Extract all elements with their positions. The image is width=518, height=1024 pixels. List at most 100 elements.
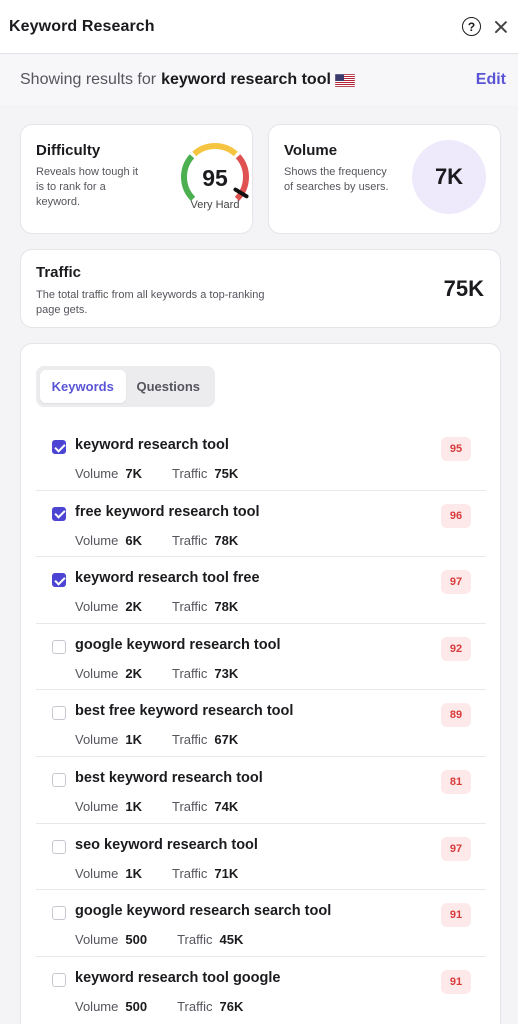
tab-keywords[interactable]: Keywords [40,370,126,403]
volume-metric-label: Volume [75,732,119,748]
keyword-text[interactable]: keyword research tool [75,437,229,453]
keyword-metrics: Volume 7K Traffic 75K [75,466,268,481]
traffic-metric-label: Traffic [177,932,213,948]
edit-link[interactable]: Edit [476,71,506,89]
keyword-row[interactable]: seo keyword research tool Volume 1K Traffic… [36,824,486,891]
traffic-description: The total traffic from all keywords a to… [36,289,265,316]
keyword-row[interactable]: keyword research tool google Volume 500 Tra… [36,957,486,1024]
difficulty-label: Very Hard [190,199,240,211]
keyword-row[interactable]: best free keyword research tool Volume 1K T… [36,690,486,757]
keyword-row[interactable]: free keyword research tool Volume 6K Traffi… [36,491,486,558]
traffic-metric-label: Traffic [172,466,208,481]
keyword-row[interactable]: keyword research tool free Volume 2K Traffi… [36,557,486,624]
traffic-metric-value: 76K [219,998,244,1014]
difficulty-badge: 96 [441,503,471,528]
keyword-checkbox[interactable] [52,906,66,921]
traffic-card: Traffic The total traffic from all keywo… [20,249,501,328]
keyword-text[interactable]: free keyword research tool [75,504,260,520]
keyword-text[interactable]: best free keyword research tool [75,703,293,719]
volume-metric-label: Volume [75,798,119,814]
volume-description: Shows the frequency of searches by users… [284,166,389,193]
traffic-metric-label: Traffic [172,798,208,814]
keyword-row[interactable]: keyword research tool Volume 7K Traffic 75K 9… [36,424,486,491]
keyword-text[interactable]: keyword research tool google [75,970,280,986]
keyword-checkbox[interactable] [52,506,66,521]
difficulty-badge: 91 [441,903,471,928]
traffic-metric-value: 78K [214,599,239,615]
question-circle-icon[interactable]: ? [462,17,481,36]
keyword-checkbox[interactable] [52,440,66,454]
traffic-metric-label: Traffic [172,865,208,881]
volume-metric-value: 2K [125,665,142,681]
volume-metric-label: Volume [75,865,119,881]
keyword-row[interactable]: google keyword research tool Volume 2K Traf… [36,624,486,691]
volume-metric-value: 1K [125,732,142,748]
keyword-text[interactable]: google keyword research tool [75,637,280,653]
traffic-metric-value: 78K [214,532,239,548]
traffic-metric-value: 74K [214,798,239,814]
results-prefix: Showing results for [20,71,157,88]
keyword-text[interactable]: google keyword research search tool [75,903,331,919]
keyword-text[interactable]: best keyword research tool [75,770,263,786]
traffic-metric-value: 67K [214,732,239,748]
difficulty-description: Reveals how tough it is to rank for a ke… [36,166,139,208]
traffic-metric-value: 73K [214,665,239,681]
keyword-row[interactable]: google keyword research search tool Volum… [36,890,486,957]
traffic-metric-label: Traffic [177,998,213,1014]
volume-metric-value: 7K [125,466,142,481]
volume-metric-label: Volume [75,466,119,481]
keyword-text[interactable]: seo keyword research tool [75,837,258,853]
keyword-checkbox[interactable] [52,573,66,588]
keyword-checkbox[interactable] [52,972,66,987]
keyword-metrics: Volume 2K Traffic 78K [75,599,268,614]
keyword-checkbox[interactable] [52,772,66,787]
keyword-metrics: Volume 1K Traffic 74K [75,799,268,814]
keyword-checkbox[interactable] [52,839,66,854]
volume-metric-label: Volume [75,599,119,615]
volume-metric-value: 1K [125,798,142,814]
volume-metric-value: 1K [125,865,142,881]
keyword-metrics: Volume 2K Traffic 73K [75,666,268,681]
traffic-value: 75K [443,276,484,301]
traffic-metric-value: 45K [219,932,244,948]
keyword-checkbox[interactable] [52,639,66,654]
difficulty-badge: 91 [441,969,471,994]
difficulty-card: Difficulty Reveals how tough it is to ra… [20,124,253,234]
results-bar: Showing results for keyword research too… [0,55,518,105]
difficulty-badge: 95 [441,437,471,461]
difficulty-badge: 81 [441,769,471,794]
close-icon[interactable] [494,20,508,34]
keyword-metrics: Volume 6K Traffic 78K [75,533,268,548]
volume-card: Volume Shows the frequency of searches b… [268,124,501,234]
tab-bar: Keywords Questions [36,366,215,407]
panel-title: Keyword Research [9,17,155,35]
us-flag-icon [334,73,355,87]
tab-questions[interactable]: Questions [126,370,212,403]
volume-metric-value: 500 [125,998,148,1014]
difficulty-value: 95 [202,165,228,191]
traffic-metric-label: Traffic [172,665,208,681]
difficulty-badge: 97 [441,836,471,861]
difficulty-badge: 97 [441,570,471,595]
difficulty-badge: 92 [441,636,471,661]
volume-value: 7K [412,140,486,214]
panel-header: Keyword Research ? [0,0,518,54]
traffic-metric-value: 75K [214,466,239,481]
keyword-row[interactable]: best keyword research tool Volume 1K Traffi… [36,757,486,824]
keyword-list-card: Keywords Questions keyword research tool… [20,343,501,1024]
volume-metric-label: Volume [75,932,119,948]
results-keyword: keyword research tool [161,71,331,88]
keyword-metrics: Volume 1K Traffic 67K [75,732,268,747]
keyword-checkbox[interactable] [52,706,66,721]
traffic-metric-label: Traffic [172,732,208,748]
difficulty-badge: 89 [441,703,471,728]
traffic-metric-value: 71K [214,865,239,881]
keyword-list: keyword research tool Volume 7K Traffic 75K 9… [36,424,486,1023]
volume-metric-label: Volume [75,665,119,681]
traffic-metric-label: Traffic [172,599,208,615]
traffic-metric-label: Traffic [172,532,208,548]
traffic-title: Traffic [36,264,82,281]
keyword-text[interactable]: keyword research tool free [75,570,260,586]
keyword-metrics: Volume 1K Traffic 71K [75,866,268,881]
keyword-metrics: Volume 500 Traffic 45K [75,932,273,947]
